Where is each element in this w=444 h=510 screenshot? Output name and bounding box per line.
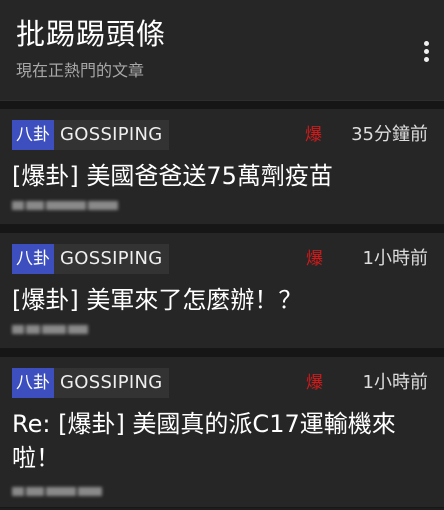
- board-tag[interactable]: 八卦 GOSSIPING: [12, 244, 169, 274]
- page-subtitle: 現在正熱門的文章: [16, 61, 145, 80]
- author-redacted: [12, 321, 94, 337]
- app-header: 批踢踢頭條 現在正熱門的文章: [0, 0, 444, 101]
- author-redacted: [12, 483, 108, 499]
- post-title[interactable]: Re: [爆卦] 美國真的派C17運輸機來啦！: [12, 407, 430, 475]
- post-title[interactable]: [爆卦] 美軍來了怎麼辦！？: [12, 283, 430, 317]
- post-card[interactable]: 八卦 GOSSIPING 爆 1小時前 [爆卦] 美軍來了怎麼辦！？: [0, 233, 444, 349]
- more-options-dot: [423, 40, 429, 46]
- post-card[interactable]: 八卦 GOSSIPING 爆 1小時前 Re: [爆卦] 美國真的派C17運輸機…: [0, 357, 444, 508]
- board-category-badge: 八卦: [12, 244, 54, 274]
- more-options-icon[interactable]: [416, 34, 436, 68]
- hot-badge: 爆: [306, 249, 323, 269]
- post-title[interactable]: [爆卦] 美國爸爸送75萬劑疫苗: [12, 159, 430, 193]
- board-category-badge: 八卦: [12, 120, 54, 150]
- more-options-dot: [423, 48, 429, 54]
- hot-badge: 爆: [305, 125, 322, 145]
- board-tag[interactable]: 八卦 GOSSIPING: [12, 120, 169, 150]
- board-name: GOSSIPING: [60, 124, 163, 145]
- board-category-badge: 八卦: [12, 368, 54, 398]
- divider: [0, 101, 444, 109]
- divider: [0, 225, 444, 233]
- board-tag[interactable]: 八卦 GOSSIPING: [12, 368, 169, 398]
- post-time: 35分鐘前: [351, 124, 428, 145]
- page-title: 批踢踢頭條: [16, 17, 167, 51]
- board-name: GOSSIPING: [60, 248, 163, 269]
- board-name: GOSSIPING: [60, 372, 163, 393]
- app-window: 批踢踢頭條 現在正熱門的文章 八卦 GOSSIPING 爆 35分鐘前 [爆卦]…: [0, 0, 444, 510]
- post-card[interactable]: 八卦 GOSSIPING 爆 35分鐘前 [爆卦] 美國爸爸送75萬劑疫苗: [0, 109, 444, 225]
- post-time: 1小時前: [362, 372, 428, 393]
- post-time: 1小時前: [362, 248, 428, 269]
- author-redacted: [12, 197, 124, 213]
- more-options-dot: [423, 56, 429, 62]
- divider: [0, 349, 444, 357]
- hot-badge: 爆: [306, 373, 323, 393]
